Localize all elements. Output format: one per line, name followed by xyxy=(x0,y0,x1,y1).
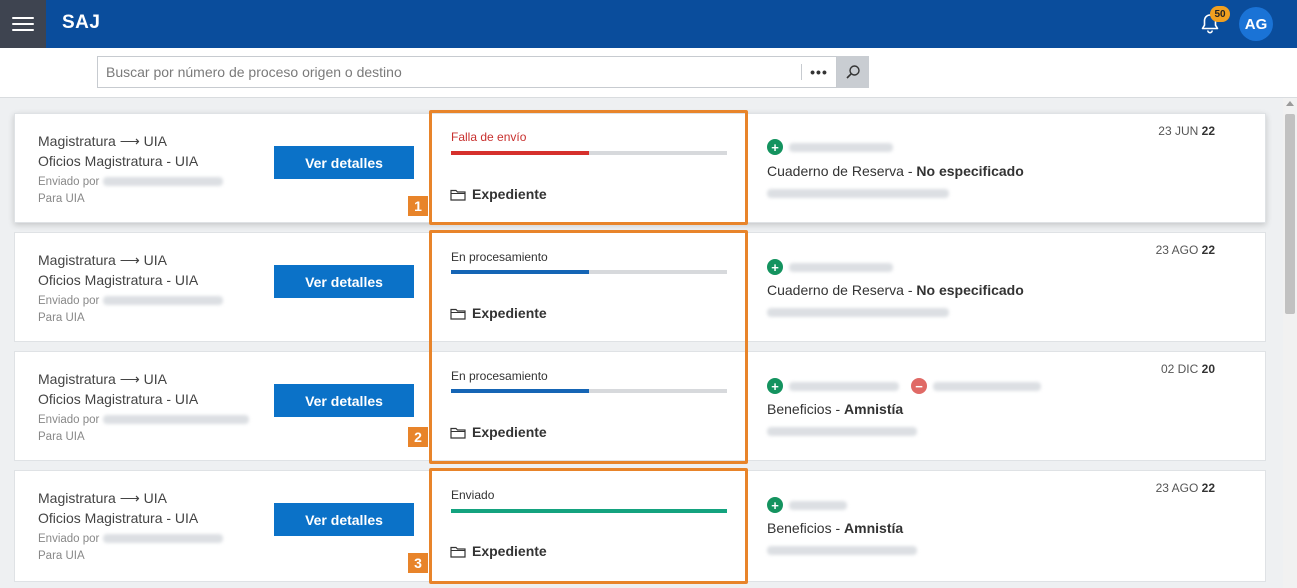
case-type: Cuaderno de Reserva - No especificado xyxy=(767,282,1024,298)
view-details-button[interactable]: Ver detalles xyxy=(274,265,414,298)
callout-number-2: 2 xyxy=(408,427,428,447)
list-item: Magistratura ⟶ UIA Oficios Magistratura … xyxy=(14,470,1266,582)
search-separator xyxy=(801,64,802,80)
scroll-up-arrow-icon[interactable] xyxy=(1286,101,1294,106)
case-type: Beneficios - Amnistía xyxy=(767,520,904,536)
expediente-link[interactable]: Expediente xyxy=(450,424,547,440)
route-label: Magistratura ⟶ UIA xyxy=(38,490,167,506)
status-progress-bar xyxy=(451,389,727,393)
date-label: 23 AGO 22 xyxy=(1155,481,1215,495)
more-options-button[interactable]: ••• xyxy=(804,57,834,87)
status-label: En procesamiento xyxy=(451,250,548,264)
process-subtitle: Oficios Magistratura - UIA xyxy=(38,153,199,169)
folder-icon xyxy=(450,189,466,201)
hamburger-menu-icon[interactable] xyxy=(0,0,46,48)
folder-icon xyxy=(450,546,466,558)
status-label: En procesamiento xyxy=(451,369,548,383)
recipient-label: Para UIA xyxy=(38,193,85,205)
search-box: ••• xyxy=(97,56,837,88)
recipient-label: Para UIA xyxy=(38,550,85,562)
expediente-link[interactable]: Expediente xyxy=(450,543,547,559)
case-detail xyxy=(767,304,949,322)
search-input[interactable] xyxy=(106,57,796,87)
party-row: + xyxy=(767,259,893,275)
notification-count-badge: 50 xyxy=(1210,6,1230,22)
status-progress-fill xyxy=(451,151,589,155)
route-label: Magistratura ⟶ UIA xyxy=(38,133,167,149)
plus-circle-icon: + xyxy=(767,497,783,513)
folder-icon xyxy=(450,308,466,320)
sent-by: Enviado por xyxy=(38,414,249,426)
search-icon xyxy=(846,65,860,79)
status-label: Enviado xyxy=(451,488,495,502)
process-subtitle: Oficios Magistratura - UIA xyxy=(38,272,199,288)
view-details-button[interactable]: Ver detalles xyxy=(274,384,414,417)
case-detail xyxy=(767,423,917,441)
callout-number-3: 3 xyxy=(408,553,428,573)
case-detail xyxy=(767,185,949,203)
plus-circle-icon: + xyxy=(767,139,783,155)
recipient-label: Para UIA xyxy=(38,312,85,324)
process-subtitle: Oficios Magistratura - UIA xyxy=(38,510,199,526)
search-bar: ••• xyxy=(0,48,1297,98)
sent-by: Enviado por xyxy=(38,533,223,545)
status-progress-bar xyxy=(451,509,727,513)
date-label: 23 JUN 22 xyxy=(1158,124,1215,138)
sent-by: Enviado por xyxy=(38,295,223,307)
party-row: + − xyxy=(767,378,1041,394)
route-label: Magistratura ⟶ UIA xyxy=(38,252,167,268)
list-item: Magistratura ⟶ UIA Oficios Magistratura … xyxy=(14,232,1266,342)
user-avatar[interactable]: AG xyxy=(1239,7,1273,41)
status-label: Falla de envío xyxy=(451,130,527,144)
status-progress-bar xyxy=(451,270,727,274)
view-details-button[interactable]: Ver detalles xyxy=(274,503,414,536)
list-item: Magistratura ⟶ UIA Oficios Magistratura … xyxy=(14,351,1266,461)
status-progress-fill xyxy=(451,270,589,274)
folder-icon xyxy=(450,427,466,439)
view-details-button[interactable]: Ver detalles xyxy=(274,146,414,179)
date-label: 23 AGO 22 xyxy=(1155,243,1215,257)
case-detail xyxy=(767,542,917,560)
route-label: Magistratura ⟶ UIA xyxy=(38,371,167,387)
recipient-label: Para UIA xyxy=(38,431,85,443)
search-button[interactable] xyxy=(837,56,869,88)
callout-number-1: 1 xyxy=(408,196,428,216)
plus-circle-icon: + xyxy=(767,259,783,275)
party-row: + xyxy=(767,139,893,155)
status-progress-fill xyxy=(451,509,727,513)
app-title: SAJ xyxy=(62,12,101,33)
date-label: 02 DIC 20 xyxy=(1160,362,1215,376)
scrollbar-thumb[interactable] xyxy=(1285,114,1295,314)
sent-by: Enviado por xyxy=(38,176,223,188)
top-bar: SAJ 50 AG xyxy=(0,0,1297,48)
case-type: Beneficios - Amnistía xyxy=(767,401,904,417)
expediente-link[interactable]: Expediente xyxy=(450,305,547,321)
status-progress-fill xyxy=(451,389,589,393)
party-row: + xyxy=(767,497,847,513)
case-type: Cuaderno de Reserva - No especificado xyxy=(767,163,1024,179)
minus-circle-icon: − xyxy=(911,378,927,394)
expediente-link[interactable]: Expediente xyxy=(450,186,547,202)
status-progress-bar xyxy=(451,151,727,155)
plus-circle-icon: + xyxy=(767,378,783,394)
list-item: Magistratura ⟶ UIA Oficios Magistratura … xyxy=(14,113,1266,223)
process-subtitle: Oficios Magistratura - UIA xyxy=(38,391,199,407)
